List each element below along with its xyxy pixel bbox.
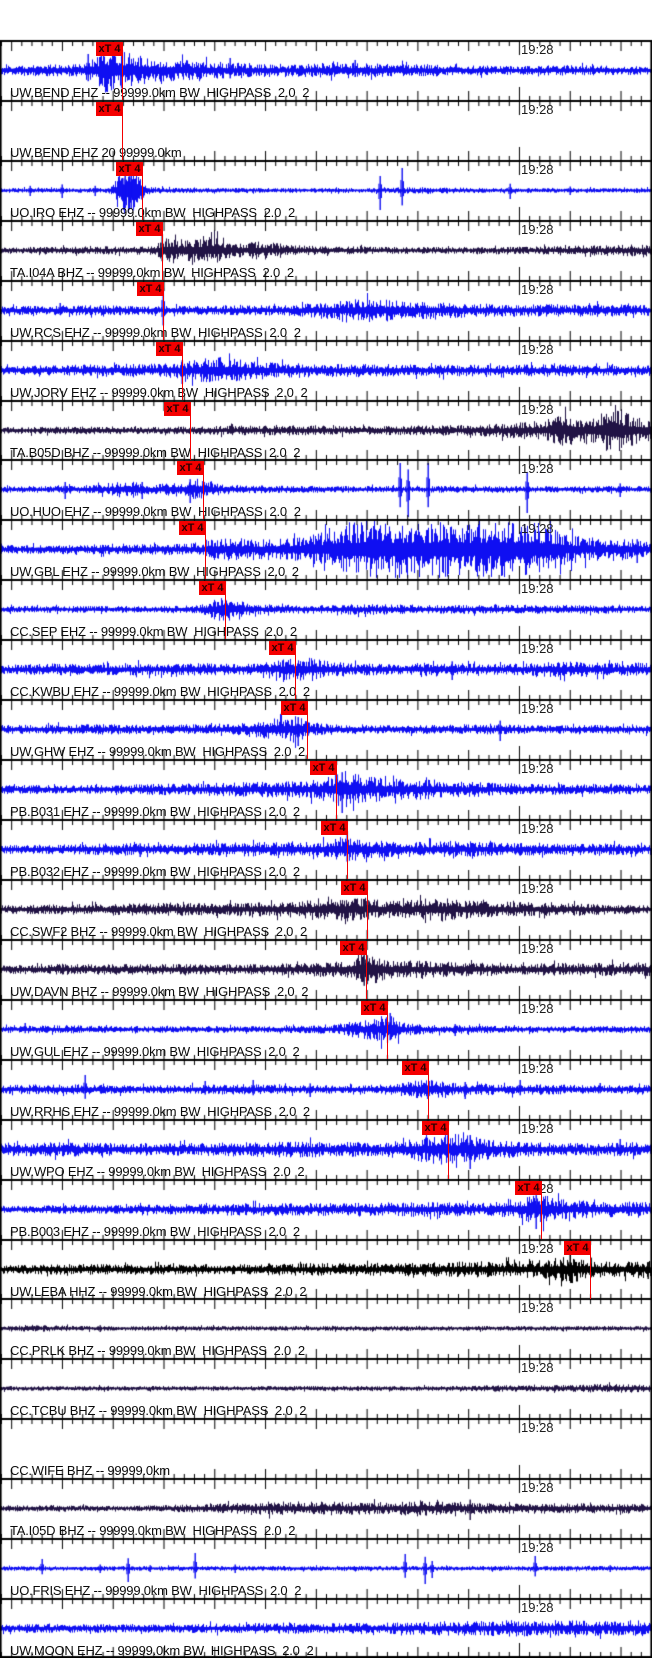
station-label: CC.TCBU BHZ -- 99999.0km BW HIGHPASS 2.0… (10, 1403, 307, 1418)
minute-time-label: 19:28 (521, 461, 554, 476)
pick-marker[interactable]: xT 4 (96, 102, 123, 116)
pick-marker[interactable]: xT 4 (179, 521, 206, 535)
pick-marker[interactable]: xT 4 (341, 881, 368, 895)
station-label: UW.WPO EHZ -- 99999.0km BW HIGHPASS 2.0 … (10, 1164, 305, 1179)
pick-marker[interactable]: xT 4 (164, 402, 191, 416)
station-label: CC.SEP EHZ -- 99999.0km BW HIGHPASS 2.0 … (10, 624, 297, 639)
pick-marker[interactable]: xT 4 (116, 162, 143, 176)
pick-marker[interactable]: xT 4 (136, 222, 163, 236)
pick-marker[interactable]: xT 4 (422, 1121, 449, 1135)
minute-time-label: 19:28 (521, 1300, 554, 1315)
minute-time-label: 19:28 (521, 941, 554, 956)
station-label: TA.I04A BHZ -- 99999.0km BW HIGHPASS 2.0… (10, 265, 294, 280)
station-label: PB.B032 EHZ -- 99999.0km BW HIGHPASS 2.0… (10, 864, 300, 879)
station-label: CC.WIFE BHZ -- 99999.0km (10, 1463, 170, 1478)
station-label: CC.KWBU EHZ -- 99999.0km BW HIGHPASS 2.0… (10, 684, 310, 699)
minute-time-label: 19:28 (521, 1001, 554, 1016)
pick-marker[interactable]: xT 4 (321, 821, 348, 835)
station-label: UW.RRHS EHZ -- 99999.0km BW HIGHPASS 2.0… (10, 1104, 310, 1119)
minute-time-label: 19:28 (521, 1600, 554, 1615)
minute-time-label: 19:28 (521, 881, 554, 896)
station-label: PB.B031 EHZ -- 99999.0km BW HIGHPASS 2.0… (10, 804, 300, 819)
seismogram-viewer-window: 60824697 UW Jul 22, 2014 19:27:29.00 44.… (0, 0, 652, 1658)
minute-time-label: 19:28 (521, 222, 554, 237)
minute-time-label: 19:28 (521, 761, 554, 776)
station-label: TA.B05D BHZ -- 99999.0km BW HIGHPASS 2.0… (10, 445, 301, 460)
minute-time-label: 19:28 (521, 342, 554, 357)
minute-time-label: 19:28 (521, 521, 554, 536)
minute-time-label: 19:28 (521, 1121, 554, 1136)
station-label: UW.GHW EHZ -- 99999.0km BW HIGHPASS 2.0 … (10, 744, 306, 759)
station-label: TA.I05D BHZ -- 99999.0km BW HIGHPASS 2.0… (10, 1523, 296, 1538)
pick-marker[interactable]: xT 4 (310, 761, 337, 775)
station-label: UW.MOON EHZ -- 99999.0km BW HIGHPASS 2.0… (10, 1643, 314, 1658)
station-label: UW.DAVN BHZ -- 99999.0km BW HIGHPASS 2.0… (10, 984, 309, 999)
station-label: UO.IRO EHZ -- 99999.0km BW HIGHPASS 2.0 … (10, 205, 295, 220)
pick-marker[interactable]: xT 4 (281, 701, 308, 715)
station-label: PB.B003 EHZ -- 99999.0km BW HIGHPASS 2.0… (10, 1224, 300, 1239)
pick-marker[interactable]: xT 4 (564, 1241, 591, 1255)
minute-time-label: 19:28 (521, 1420, 554, 1435)
station-label: UW.RCS EHZ -- 99999.0km BW HIGHPASS 2.0 … (10, 325, 301, 340)
minute-time-label: 19:28 (521, 821, 554, 836)
station-label: UW.GUL EHZ -- 99999.0km BW HIGHPASS 2.0 … (10, 1044, 300, 1059)
station-label: UW.BEND EHZ 20 99999.0km (10, 145, 182, 160)
pick-marker[interactable]: xT 4 (402, 1061, 429, 1075)
minute-time-label: 19:28 (521, 162, 554, 177)
minute-time-label: 19:28 (521, 282, 554, 297)
minute-time-label: 19:28 (521, 42, 554, 57)
minute-time-label: 19:28 (521, 641, 554, 656)
minute-time-label: 19:28 (521, 1540, 554, 1555)
pick-marker[interactable]: xT 4 (177, 461, 204, 475)
pick-marker[interactable]: xT 4 (156, 342, 183, 356)
minute-time-label: 19:28 (521, 1360, 554, 1375)
minute-time-label: 19:28 (521, 581, 554, 596)
minute-time-label: 19:28 (521, 1241, 554, 1256)
pick-marker[interactable]: xT 4 (269, 641, 296, 655)
station-label: CC.PRLK BHZ -- 99999.0km BW HIGHPASS 2.0… (10, 1343, 305, 1358)
station-label: UW.LEBA HHZ -- 99999.0km BW HIGHPASS 2.0… (10, 1284, 307, 1299)
pick-marker[interactable]: xT 4 (515, 1181, 542, 1195)
minute-time-label: 19:28 (521, 701, 554, 716)
pick-marker[interactable]: xT 4 (199, 581, 226, 595)
station-label: UO.HUO EHZ -- 99999.0km BW HIGHPASS 2.0 … (10, 504, 301, 519)
station-label: UW.GBL EHZ -- 99999.0km BW HIGHPASS 2.0 … (10, 564, 299, 579)
minute-time-label: 19:28 (521, 102, 554, 117)
pick-marker[interactable]: xT 4 (340, 941, 367, 955)
trace-rows: 19:28 UW.BEND EHZ -- 99999.0km BW HIGHPAS… (0, 0, 652, 1658)
station-label: UW.BEND EHZ -- 99999.0km BW HIGHPASS 2.0… (10, 85, 310, 100)
minute-time-label: 19:28 (521, 1061, 554, 1076)
minute-time-label: 19:28 (521, 1480, 554, 1495)
pick-marker[interactable]: xT 4 (96, 42, 123, 56)
pick-marker[interactable]: xT 4 (137, 282, 164, 296)
station-label: UW.JORV EHZ -- 99999.0km BW HIGHPASS 2.0… (10, 385, 308, 400)
minute-time-label: 19:28 (521, 402, 554, 417)
station-label: UO.FRIS EHZ -- 99999.0km BW HIGHPASS 2.0… (10, 1583, 302, 1598)
station-label: CC.SWF2 BHZ -- 99999.0km BW HIGHPASS 2.0… (10, 924, 308, 939)
pick-marker[interactable]: xT 4 (361, 1001, 388, 1015)
